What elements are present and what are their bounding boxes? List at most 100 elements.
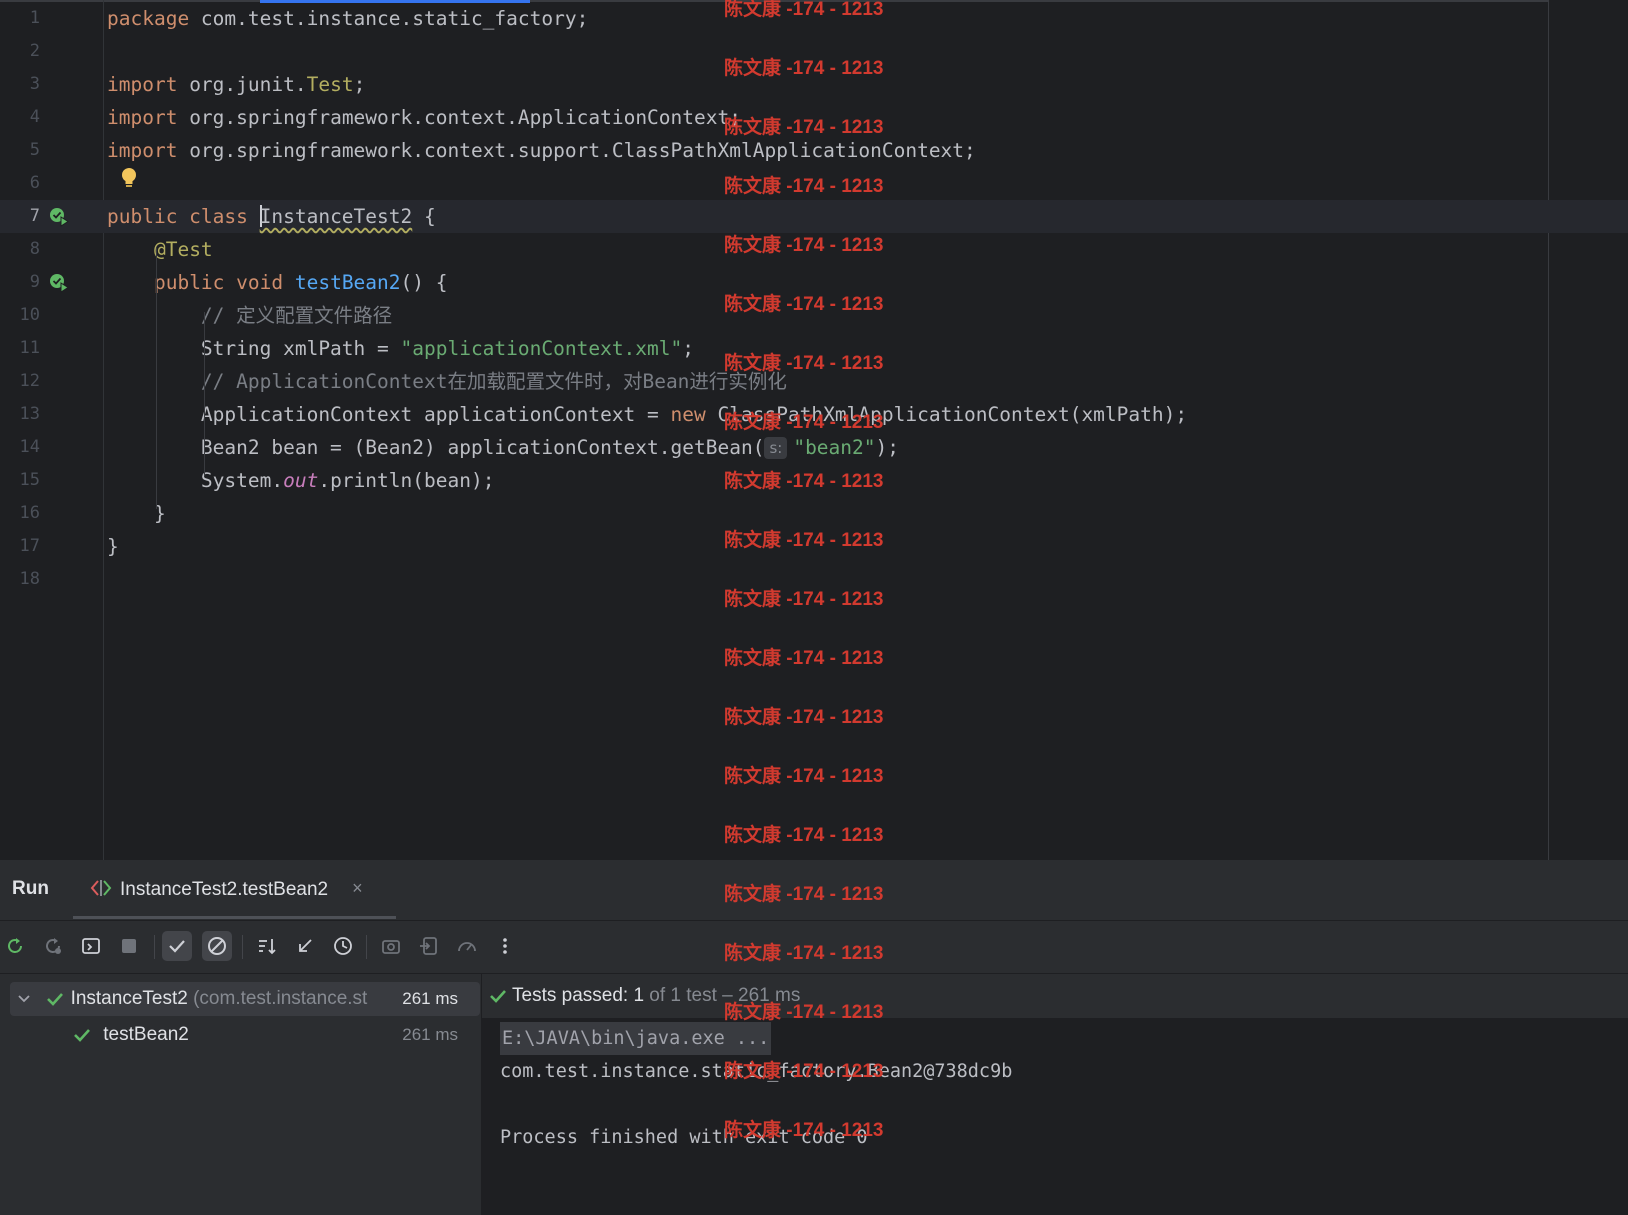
line-number[interactable]: 9	[0, 266, 40, 299]
test-status-bar: Tests passed: 1 of 1 test – 261 ms	[482, 974, 1628, 1018]
line-number[interactable]: 10	[0, 299, 40, 332]
code-text[interactable]: public class InstanceTest2 {	[107, 200, 436, 233]
run-toolbar	[0, 921, 1628, 974]
line-number[interactable]: 3	[0, 68, 40, 101]
code-token: );	[875, 436, 899, 459]
line-number[interactable]: 14	[0, 431, 40, 464]
code-line[interactable]: 1 package com.test.instance.static_factor…	[0, 2, 1628, 35]
code-token: ;	[353, 73, 366, 96]
line-number[interactable]: 15	[0, 464, 40, 497]
code-line[interactable]: 13 ApplicationContext applicationContext…	[0, 398, 1628, 431]
line-number[interactable]: 12	[0, 365, 40, 398]
screenshot-icon[interactable]	[376, 931, 406, 961]
line-number[interactable]: 17	[0, 530, 40, 563]
chevron-down-icon[interactable]	[16, 991, 32, 1007]
code-token: com.test.instance.static_factory;	[189, 7, 589, 30]
test-tree-row-method[interactable]: testBean2 261 ms	[10, 1018, 480, 1052]
code-editor[interactable]: 1 package com.test.instance.static_factor…	[0, 0, 1628, 860]
code-token: import	[107, 73, 178, 96]
code-text[interactable]: @Test	[107, 233, 213, 266]
tab-underline	[73, 916, 396, 919]
line-number[interactable]: 6	[0, 167, 40, 200]
code-line[interactable]: 8 @Test	[0, 233, 1628, 266]
history-icon[interactable]	[328, 931, 358, 961]
line-number[interactable]: 11	[0, 332, 40, 365]
code-line[interactable]: 4 import org.springframework.context.Appl…	[0, 101, 1628, 134]
code-text[interactable]: import org.springframework.context.Appli…	[107, 101, 741, 134]
export-icon[interactable]	[414, 931, 444, 961]
code-text[interactable]: ApplicationContext applicationContext = …	[107, 398, 1187, 431]
show-ignored-icon[interactable]	[202, 931, 232, 961]
code-line[interactable]: 15 System.out.println(bean);	[0, 464, 1628, 497]
code-text[interactable]: }	[107, 530, 119, 563]
run-test-gutter-icon[interactable]	[48, 272, 70, 294]
collapse-icon[interactable]	[290, 931, 320, 961]
toolbar-separator	[242, 935, 243, 959]
code-line[interactable]: 7 public class InstanceTest2 {	[0, 200, 1628, 233]
test-method-name: testBean2	[103, 1024, 189, 1045]
code-line[interactable]: 14 Bean2 bean = (Bean2) applicationConte…	[0, 431, 1628, 464]
code-token: import	[107, 106, 178, 129]
sort-icon[interactable]	[252, 931, 282, 961]
status-detail: of 1 test – 261 ms	[644, 985, 801, 1006]
line-number[interactable]: 5	[0, 134, 40, 167]
code-line[interactable]: 17}	[0, 530, 1628, 563]
line-number[interactable]: 1	[0, 2, 40, 35]
code-text[interactable]: // 定义配置文件路径	[107, 299, 392, 332]
close-tab-icon[interactable]: ×	[352, 878, 363, 899]
toolbar-separator	[154, 935, 155, 959]
console-output[interactable]: Tests passed: 1 of 1 test – 261 ms E:\JA…	[482, 974, 1628, 1215]
code-line[interactable]: 9 public void testBean2() {	[0, 266, 1628, 299]
code-token: import	[107, 139, 178, 162]
stop-icon[interactable]	[114, 931, 144, 961]
test-tree-row-class[interactable]: InstanceTest2 (com.test.instance.st 261 …	[10, 982, 480, 1016]
code-token: () {	[400, 271, 448, 294]
line-number[interactable]: 2	[0, 35, 40, 68]
code-text[interactable]: // ApplicationContext在加载配置文件时，对Bean进行实例化	[107, 365, 787, 398]
line-number[interactable]: 13	[0, 398, 40, 431]
code-text[interactable]: public void testBean2() {	[107, 266, 448, 299]
lightbulb-icon[interactable]	[118, 166, 140, 190]
code-line[interactable]: 3 import org.junit.Test;	[0, 68, 1628, 101]
code-line[interactable]: 5 import org.springframework.context.supp…	[0, 134, 1628, 167]
code-token: .println(bean);	[318, 469, 495, 492]
code-token: package	[107, 7, 190, 30]
code-line[interactable]: 2	[0, 35, 1628, 68]
toolbar-separator	[366, 935, 367, 959]
code-text[interactable]: package com.test.instance.static_factory…	[107, 2, 588, 35]
code-token: ClassPathXmlApplicationContext(xmlPath);	[705, 403, 1188, 426]
code-line[interactable]: 6	[0, 167, 1628, 200]
code-line[interactable]: 10 // 定义配置文件路径	[0, 299, 1628, 332]
test-class-name: InstanceTest2	[70, 988, 188, 1009]
code-token: org.springframework.context.ApplicationC…	[177, 106, 741, 129]
run-config-tab-label: InstanceTest2.testBean2	[120, 879, 329, 900]
toggle-auto-test-icon[interactable]	[76, 931, 106, 961]
line-number[interactable]: 8	[0, 233, 40, 266]
code-line[interactable]: 11 String xmlPath = "applicationContext.…	[0, 332, 1628, 365]
coverage-icon[interactable]	[452, 931, 482, 961]
code-token: System.	[107, 469, 284, 492]
code-text[interactable]: String xmlPath = "applicationContext.xml…	[107, 332, 694, 365]
line-number[interactable]: 7	[0, 200, 40, 233]
code-token: ApplicationContext applicationContext =	[107, 403, 671, 426]
code-line[interactable]: 18	[0, 563, 1628, 596]
run-config-tab[interactable]: InstanceTest2.testBean2 ×	[90, 876, 363, 920]
code-text[interactable]: import org.springframework.context.suppo…	[107, 134, 976, 167]
code-line[interactable]: 12 // ApplicationContext在加载配置文件时，对Bean进行…	[0, 365, 1628, 398]
rerun-icon[interactable]	[0, 931, 30, 961]
code-text[interactable]: import org.junit.Test;	[107, 68, 365, 101]
code-text[interactable]: Bean2 bean = (Bean2) applicationContext.…	[107, 431, 899, 464]
show-passed-icon[interactable]	[162, 931, 192, 961]
console-line: Process finished with exit code 0	[500, 1127, 868, 1148]
console-command-line[interactable]: E:\JAVA\bin\java.exe ...	[500, 1022, 772, 1055]
code-token: "bean2"	[793, 436, 876, 459]
code-line[interactable]: 16 }	[0, 497, 1628, 530]
line-number[interactable]: 16	[0, 497, 40, 530]
line-number[interactable]: 18	[0, 563, 40, 596]
code-token: @Test	[153, 238, 213, 261]
code-text[interactable]: System.out.println(bean);	[107, 464, 495, 497]
rerun-failed-icon[interactable]	[38, 931, 68, 961]
run-test-gutter-icon[interactable]	[48, 206, 70, 228]
line-number[interactable]: 4	[0, 101, 40, 134]
more-icon[interactable]	[490, 931, 520, 961]
